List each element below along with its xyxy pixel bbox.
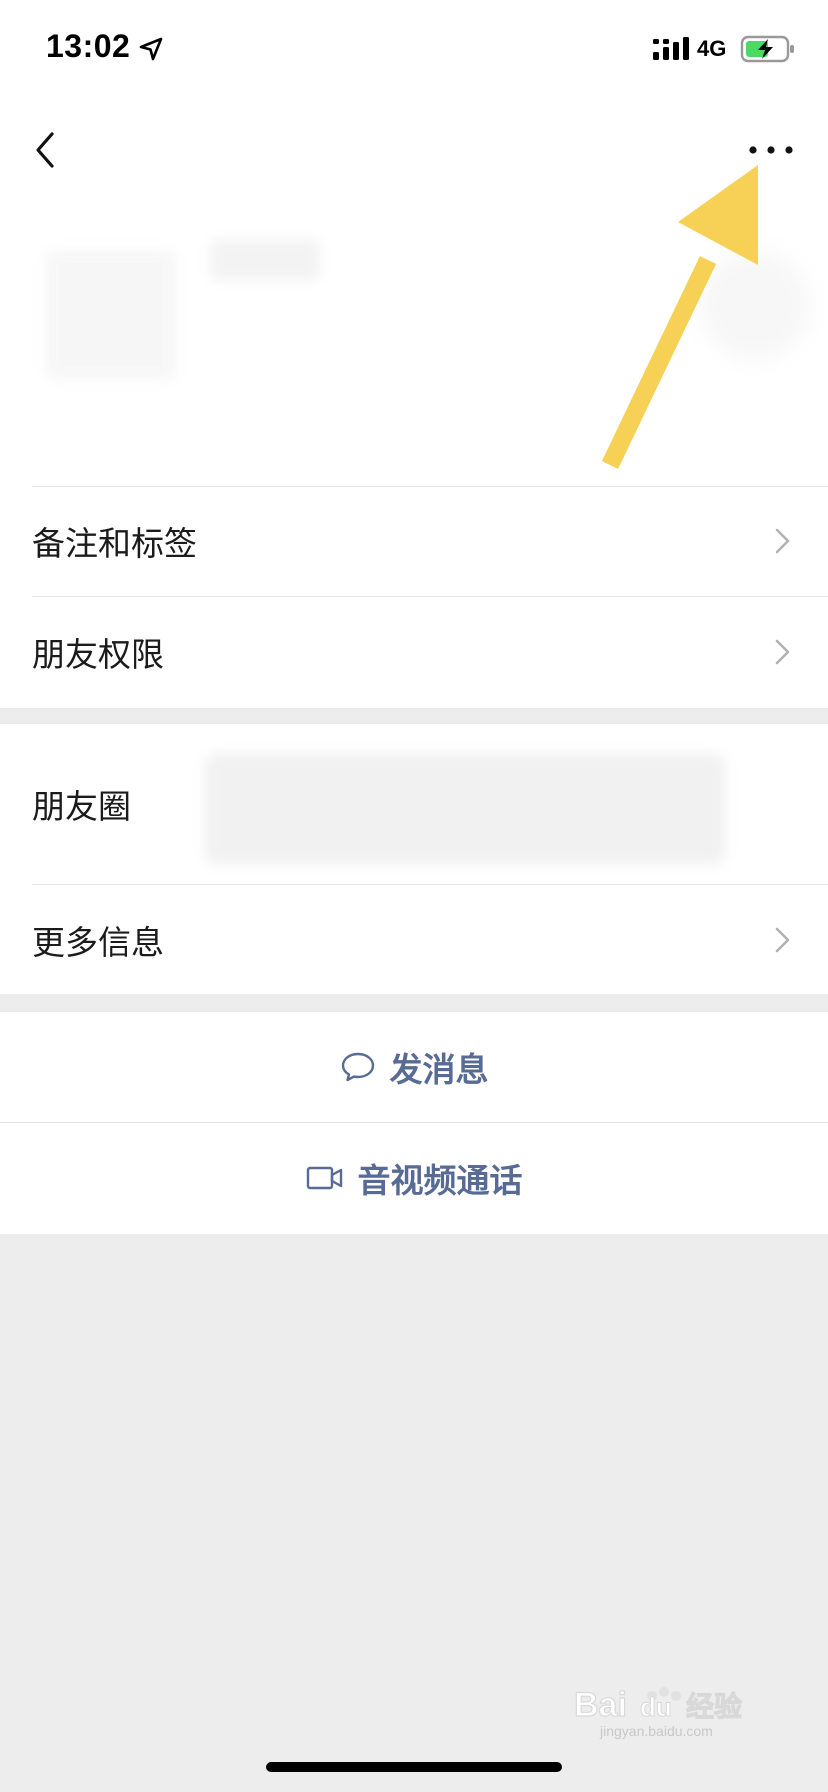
video-call-content: 音视频通话 [306,1154,523,1202]
back-button[interactable] [22,120,70,180]
settings-section: 备注和标签 朋友权限 [0,486,828,708]
more-info-label: 更多信息 [32,923,164,962]
more-info-row[interactable]: 更多信息 [0,885,828,995]
status-bar: 13:02 4G [0,0,828,100]
moments-row[interactable]: 朋友圈 [0,724,828,884]
remarks-and-tags-row[interactable]: 备注和标签 [0,486,828,596]
svg-text:jingyan.baidu.com: jingyan.baidu.com [599,1723,713,1739]
baidu-watermark-logo: Bai du 经验 jingyan.baidu.com [574,1685,743,1739]
more-options-button[interactable] [736,120,806,180]
moments-label: 朋友圈 [32,787,131,826]
home-indicator[interactable] [266,1762,562,1772]
contact-name-blurred [210,240,320,280]
moments-section: 朋友圈 更多信息 [0,724,828,994]
video-call-button[interactable]: 音视频通话 [0,1123,828,1233]
location-arrow-icon [139,37,163,61]
avatar[interactable] [46,250,176,380]
chevron-right-icon [775,927,790,953]
profile-header [0,100,828,486]
video-camera-icon [306,1166,342,1190]
chevron-right-icon [775,528,790,554]
svg-text:经验: 经验 [686,1690,742,1723]
status-time: 13:02 [46,28,131,64]
send-message-button[interactable]: 发消息 [0,1012,828,1122]
cellular-signal-icon [653,37,689,60]
contact-profile-screen: 13:02 4G 备注和标签 朋友权限 朋友圈 更多信息 发消息 音视频通话 B… [0,0,828,1792]
moments-preview-blurred [205,754,725,864]
remarks-and-tags-label: 备注和标签 [32,524,197,563]
actions-section: 发消息 音视频通话 [0,1012,828,1234]
blurred-decoration [700,250,810,360]
chevron-right-icon [775,639,790,665]
svg-text:du: du [640,1692,672,1722]
video-call-label: 音视频通话 [357,1161,523,1200]
chat-bubble-icon [341,1052,374,1082]
friend-permissions-row[interactable]: 朋友权限 [0,597,828,707]
friend-permissions-label: 朋友权限 [32,635,164,674]
svg-text:Bai: Bai [574,1686,627,1724]
battery-charging-icon [740,35,794,63]
more-dots-icon [749,146,757,154]
send-message-content: 发消息 [340,1043,489,1091]
send-message-label: 发消息 [389,1050,489,1089]
network-type: 4G [697,36,727,61]
